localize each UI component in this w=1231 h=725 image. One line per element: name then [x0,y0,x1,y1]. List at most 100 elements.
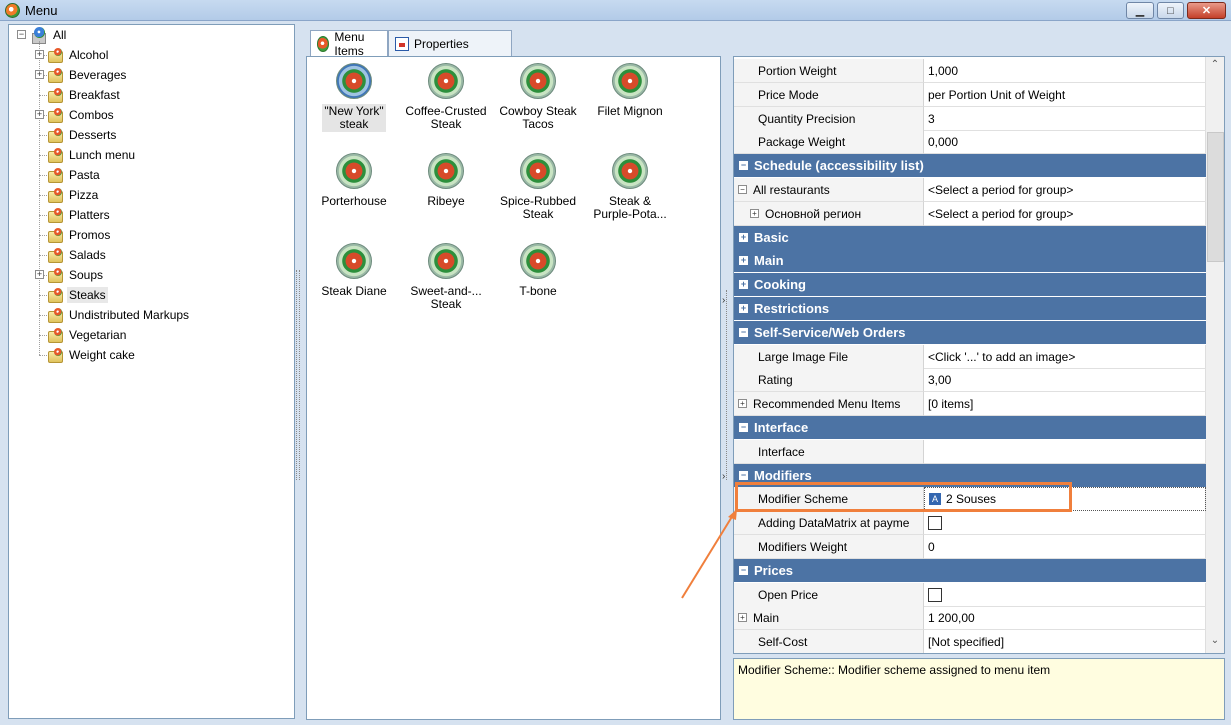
splitter-arrow-icon[interactable]: › [722,295,725,306]
expand-icon[interactable]: + [738,399,747,408]
vertical-scrollbar[interactable]: ⌃ ⌄ [1205,57,1224,653]
property-value[interactable]: per Portion Unit of Weight [924,83,1206,107]
property-row[interactable]: Portion Weight 1,000 [734,59,1206,83]
property-value[interactable]: 3,00 [924,368,1206,392]
expand-icon[interactable]: + [739,233,748,242]
property-row[interactable]: Package Weight 0,000 [734,130,1206,154]
collapse-icon[interactable]: − [17,30,26,39]
menu-item-tile[interactable]: Spice-Rubbed Steak [492,153,584,222]
expand-icon[interactable]: + [739,280,748,289]
checkbox[interactable] [928,515,942,530]
expand-icon[interactable]: + [739,256,748,265]
collapse-icon[interactable]: − [738,185,747,194]
scroll-up-icon[interactable]: ⌃ [1206,59,1224,75]
panel-splitter[interactable] [726,290,730,480]
collapse-icon[interactable]: − [739,161,748,170]
property-row[interactable]: − All restaurants <Select a period for gro… [734,178,1206,202]
tree-item[interactable]: Vegetarian [47,325,128,345]
property-category[interactable]: + Basic [734,226,1206,250]
menu-item-tile[interactable]: Coffee-Crusted Steak [400,63,492,132]
property-value[interactable]: [0 items] [924,392,1206,416]
tab-properties[interactable]: Properties [388,30,512,56]
property-row[interactable]: Price Mode per Portion Unit of Weight [734,83,1206,107]
property-value[interactable]: <Select a period for group> [924,202,1206,226]
property-value[interactable]: 0 [924,535,1206,559]
tree-item[interactable]: Pizza [47,185,100,205]
tree-item[interactable]: Platters [47,205,112,225]
tree-item[interactable]: Promos [47,225,112,245]
tree-item[interactable]: Steaks [47,285,108,305]
property-row[interactable]: Adding DataMatrix at payme [734,511,1206,535]
tree-item[interactable]: Weight cake [47,345,137,365]
property-row[interactable]: Modifiers Weight 0 [734,535,1206,559]
tree-item[interactable]: + Alcohol [35,45,110,65]
collapse-icon[interactable]: − [739,328,748,337]
menu-item-tile[interactable]: Cowboy Steak Tacos [492,63,584,132]
menu-item-tile[interactable]: "New York" steak [308,63,400,132]
property-row[interactable]: Modifier Scheme A 2 Souses [734,487,1206,511]
expand-icon[interactable]: + [35,110,44,119]
collapse-icon[interactable]: − [739,471,748,480]
tree-item[interactable]: Lunch menu [47,145,137,165]
close-button[interactable]: ✕ [1187,2,1226,19]
property-value[interactable]: <Select a period for group> [924,178,1206,202]
expand-icon[interactable]: + [738,613,747,622]
property-value[interactable]: 0,000 [924,130,1206,154]
property-value[interactable] [924,583,1206,607]
property-value[interactable]: 3 [924,107,1206,131]
tree-item[interactable]: Desserts [47,125,118,145]
property-row[interactable]: Self-Cost [Not specified] [734,630,1206,653]
expand-icon[interactable]: + [35,270,44,279]
property-value[interactable]: 1 200,00 [924,606,1206,630]
property-row[interactable]: + Основной регион <Select a period for gro… [734,202,1206,226]
property-category[interactable]: + Cooking [734,273,1206,297]
property-row[interactable]: Large Image File <Click '...' to add an i… [734,345,1206,369]
expand-icon[interactable]: + [750,209,759,218]
menu-item-tile[interactable]: T-bone [492,243,584,299]
property-category[interactable]: + Main [734,249,1206,273]
tree-root[interactable]: − All [17,25,68,45]
property-category[interactable]: + Restrictions [734,297,1206,321]
property-value[interactable]: 1,000 [924,59,1206,83]
expand-icon[interactable]: + [35,50,44,59]
property-category[interactable]: − Interface [734,416,1206,440]
category-tree[interactable]: − All + Alcohol + Beverages Breakfast + Combos De… [8,24,295,719]
minimize-button[interactable]: ▁ [1126,2,1154,19]
menu-item-tile[interactable]: Filet Mignon [584,63,676,119]
property-category[interactable]: − Modifiers [734,464,1206,488]
tree-item[interactable]: + Beverages [35,65,128,85]
property-category[interactable]: − Prices [734,559,1206,583]
property-value[interactable]: [Not specified] [924,630,1206,653]
property-category[interactable]: − Self-Service/Web Orders [734,321,1206,345]
scroll-down-icon[interactable]: ⌄ [1206,635,1224,651]
property-category[interactable]: − Schedule (accessibility list) [734,154,1206,178]
menu-item-tile[interactable]: Steak & Purple-Pota... [584,153,676,222]
property-value[interactable] [924,511,1206,535]
tree-item[interactable]: + Soups [35,265,105,285]
tree-item[interactable]: Undistributed Markups [47,305,191,325]
scrollbar-thumb[interactable] [1207,132,1224,262]
menu-item-tile[interactable]: Steak Diane [308,243,400,299]
checkbox[interactable] [928,587,942,602]
menu-item-tile[interactable]: Porterhouse [308,153,400,209]
tree-item[interactable]: + Combos [35,105,116,125]
tab-menu-items[interactable]: Menu Items [310,30,388,58]
property-row[interactable]: Rating 3,00 [734,368,1206,392]
property-value[interactable] [924,440,1206,464]
property-value[interactable]: <Click '...' to add an image> [924,345,1206,369]
maximize-button[interactable]: □ [1157,2,1184,19]
menu-item-tile[interactable]: Sweet-and-... Steak [400,243,492,312]
collapse-icon[interactable]: − [739,423,748,432]
property-row[interactable]: Open Price [734,583,1206,607]
property-row[interactable]: + Main 1 200,00 [734,606,1206,630]
splitter-handle[interactable] [296,270,300,480]
expand-icon[interactable]: + [35,70,44,79]
splitter-arrow-icon[interactable]: › [722,471,725,482]
property-value[interactable]: A 2 Souses [924,487,1206,511]
collapse-icon[interactable]: − [739,566,748,575]
tree-item[interactable]: Salads [47,245,108,265]
expand-icon[interactable]: + [739,304,748,313]
property-row[interactable]: Quantity Precision 3 [734,107,1206,131]
menu-item-tile[interactable]: Ribeye [400,153,492,209]
tree-item[interactable]: Pasta [47,165,102,185]
